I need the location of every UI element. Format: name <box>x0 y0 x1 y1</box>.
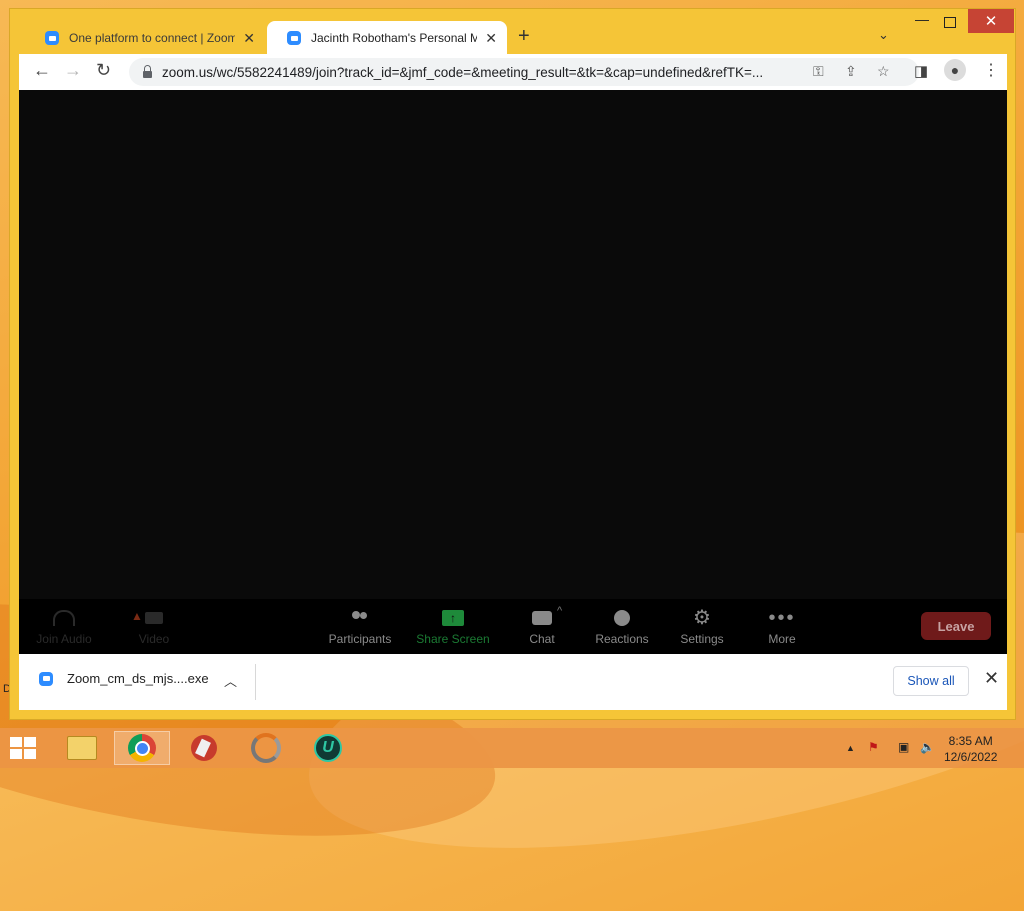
action-center-flag-icon[interactable]: ⚑ <box>868 740 879 754</box>
divider <box>255 664 256 700</box>
more-button[interactable]: ••• More <box>737 607 827 646</box>
taskbar: U ▲ ⚑ ▣ 🔈 8:35 AM 12/6/2022 <box>0 728 1024 768</box>
tab-title: Jacinth Robotham's Personal Me <box>311 31 478 45</box>
video-button[interactable]: ▲ Video <box>109 607 199 646</box>
tab-search-chevron-icon[interactable]: ⌄ <box>878 27 889 43</box>
app-ring-icon <box>251 733 281 763</box>
taskbar-ccleaner[interactable] <box>176 731 232 765</box>
clock-date: 12/6/2022 <box>944 750 998 764</box>
tab-close-icon[interactable]: ✕ <box>485 30 497 47</box>
chat-label: Chat <box>529 632 555 646</box>
forward-arrow-icon[interactable]: → <box>64 60 82 81</box>
share-page-icon[interactable]: ⇪ <box>845 63 857 80</box>
video-label: Video <box>138 632 170 646</box>
zoom-file-icon <box>39 671 53 686</box>
meeting-video-area: Join Audio ▲ Video Participants ↑ Share … <box>19 90 1007 654</box>
zoom-favicon-icon <box>45 31 59 45</box>
leave-button[interactable]: Leave <box>921 612 991 640</box>
warning-icon: ▲ <box>131 609 143 623</box>
camera-icon <box>145 612 163 624</box>
tab-close-icon[interactable]: ✕ <box>243 30 255 47</box>
windows-start-icon[interactable] <box>10 737 38 761</box>
chat-icon <box>532 611 552 625</box>
new-tab-icon[interactable]: + <box>518 25 530 48</box>
tab-zoom-home[interactable]: One platform to connect | Zoom ✕ <box>25 21 265 55</box>
reload-icon[interactable]: ↻ <box>96 60 111 81</box>
settings-label: Settings <box>680 632 724 646</box>
download-options-chevron-icon[interactable]: ︿ <box>224 671 237 690</box>
settings-button[interactable]: ⚙ Settings <box>657 607 747 646</box>
zoom-favicon-icon <box>287 31 301 45</box>
profile-avatar-icon[interactable]: ● <box>944 59 966 81</box>
taskbar-u-app[interactable]: U <box>300 731 356 765</box>
tab-zoom-meeting[interactable]: Jacinth Robotham's Personal Me ✕ <box>267 21 507 55</box>
address-bar[interactable]: zoom.us/wc/5582241489/join?track_id=&jmf… <box>129 58 919 86</box>
reactions-button[interactable]: Reactions <box>577 607 667 646</box>
share-screen-icon: ↑ <box>442 610 464 626</box>
headphone-icon <box>53 610 75 626</box>
gear-icon: ⚙ <box>693 607 711 629</box>
participants-label: Participants <box>328 632 392 646</box>
meeting-controls-bar: Join Audio ▲ Video Participants ↑ Share … <box>19 599 1007 654</box>
browser-window: One platform to connect | Zoom ✕ Jacinth… <box>9 8 1016 720</box>
taskbar-file-explorer[interactable] <box>54 731 110 765</box>
show-all-button[interactable]: Show all <box>893 666 969 696</box>
download-item[interactable]: Zoom_cm_ds_mjs....exe <box>39 671 209 686</box>
download-shelf: Zoom_cm_ds_mjs....exe ︿ Show all ✕ <box>19 654 1007 710</box>
file-explorer-icon <box>67 736 97 760</box>
close-download-shelf-icon[interactable]: ✕ <box>984 668 999 689</box>
more-dots-icon: ••• <box>768 607 796 629</box>
u-app-icon: U <box>314 734 342 762</box>
url-text[interactable]: zoom.us/wc/5582241489/join?track_id=&jmf… <box>162 65 802 80</box>
tab-title: One platform to connect | Zoom <box>69 31 236 45</box>
menu-kebab-icon[interactable]: ⋮ <box>983 60 999 80</box>
taskbar-ring-app[interactable] <box>238 731 294 765</box>
tab-strip: One platform to connect | Zoom ✕ Jacinth… <box>10 9 1015 55</box>
minimize-icon[interactable]: — <box>915 11 929 27</box>
join-audio-label: Join Audio <box>36 632 92 646</box>
password-key-icon[interactable]: ⚿ <box>813 63 824 80</box>
network-icon[interactable]: ▣ <box>898 740 909 754</box>
reactions-icon <box>614 610 630 626</box>
taskbar-chrome[interactable] <box>114 731 170 765</box>
side-panel-icon[interactable]: ◨ <box>914 62 928 80</box>
volume-icon[interactable]: 🔈 <box>920 740 935 754</box>
show-hidden-icons-icon[interactable]: ▲ <box>846 743 855 753</box>
download-file-name[interactable]: Zoom_cm_ds_mjs....exe <box>67 671 209 686</box>
lock-icon[interactable] <box>143 64 152 78</box>
maximize-icon[interactable] <box>944 17 956 28</box>
chat-button[interactable]: Chat <box>497 607 587 646</box>
window-close-icon[interactable]: ✕ <box>968 9 1014 33</box>
back-arrow-icon[interactable]: ← <box>33 60 51 81</box>
chrome-icon <box>128 734 156 762</box>
share-screen-button[interactable]: ↑ Share Screen <box>408 607 498 646</box>
clock-time: 8:35 AM <box>948 734 993 748</box>
system-clock[interactable]: 8:35 AM 12/6/2022 <box>944 733 997 765</box>
browser-toolbar: ← → ↻ zoom.us/wc/5582241489/join?track_i… <box>19 54 1007 90</box>
ccleaner-icon <box>191 735 217 761</box>
participants-icon <box>349 611 371 625</box>
chat-options-chevron-icon[interactable]: ^ <box>557 605 562 617</box>
join-audio-button[interactable]: Join Audio <box>19 607 109 646</box>
share-screen-label: Share Screen <box>416 632 490 646</box>
participants-button[interactable]: Participants <box>315 607 405 646</box>
bookmark-star-icon[interactable]: ☆ <box>877 63 890 80</box>
more-label: More <box>768 632 796 646</box>
reactions-label: Reactions <box>595 632 649 646</box>
